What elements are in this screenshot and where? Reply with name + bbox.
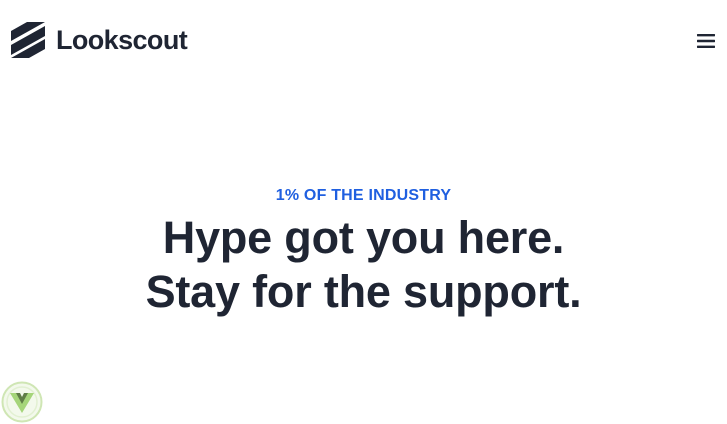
hero-headline-line-2: Stay for the support. (145, 266, 582, 317)
site-header: Lookscout (0, 0, 727, 82)
hero-section: 1% OF THE INDUSTRY Hype got you here. St… (0, 186, 727, 319)
menu-button[interactable] (694, 30, 718, 52)
lookscout-logo-icon (11, 22, 45, 58)
brand-logo-link[interactable]: Lookscout (11, 22, 188, 58)
vuejs-badge-icon (1, 381, 43, 423)
hero-headline-line-1: Hype got you here. (162, 212, 565, 263)
brand-name: Lookscout (56, 25, 188, 55)
hamburger-menu-icon (694, 30, 718, 52)
vuejs-badge[interactable] (1, 381, 43, 423)
hero-headline: Hype got you here. Stay for the support. (0, 211, 727, 319)
hero-eyebrow: 1% OF THE INDUSTRY (275, 187, 452, 204)
